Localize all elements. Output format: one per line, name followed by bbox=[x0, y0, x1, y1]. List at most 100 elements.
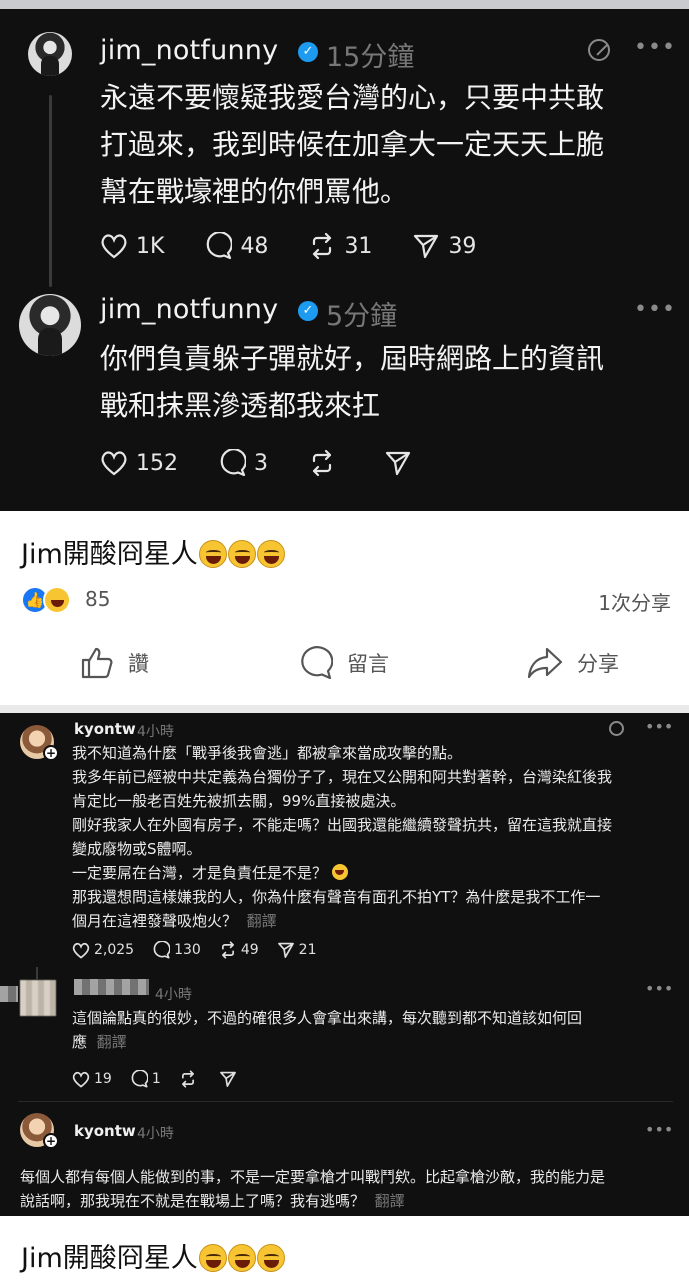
comment-button[interactable]: 1 bbox=[130, 1070, 161, 1088]
more-options-icon[interactable]: ••• bbox=[645, 717, 673, 736]
comment-count: 48 bbox=[240, 233, 269, 259]
share-count: 21 bbox=[298, 942, 317, 958]
translate-link[interactable]: 翻譯 bbox=[375, 1192, 405, 1210]
comment-button[interactable]: 留言 bbox=[299, 646, 389, 680]
reply-body: 每個人都有每個人能做到的事，不是一定要拿槍才叫戰鬥欸。比起拿槍沙敵，我的能力是 … bbox=[20, 1165, 605, 1213]
thread-line bbox=[36, 967, 38, 979]
post-line: 打過來，我到時候在加拿大一定天天上脆 bbox=[100, 128, 605, 161]
reply-actions: 2,025 130 49 21 bbox=[72, 941, 334, 959]
repost-button[interactable] bbox=[308, 449, 344, 477]
avatar[interactable] bbox=[19, 294, 81, 356]
comment-button[interactable]: 130 bbox=[152, 941, 201, 959]
more-options-icon[interactable]: ••• bbox=[645, 979, 673, 998]
share-count[interactable]: 1次分享 bbox=[598, 587, 671, 616]
divider bbox=[18, 1101, 673, 1102]
like-count: 1K bbox=[136, 233, 165, 259]
post-time: 15分鐘 bbox=[326, 42, 415, 73]
comment-label: 留言 bbox=[347, 652, 389, 676]
top-strip bbox=[0, 0, 689, 9]
comment-button[interactable]: 48 bbox=[204, 232, 268, 260]
laughing-emoji-icon bbox=[227, 1244, 256, 1272]
comment-icon bbox=[207, 232, 233, 260]
comment-icon bbox=[131, 1070, 148, 1088]
username[interactable]: kyontw bbox=[74, 720, 136, 738]
reply-time: 4小時 bbox=[137, 724, 174, 740]
reply-line: 個月在這裡發聲吸炮火？ 翻譯 bbox=[72, 909, 612, 933]
haha-reaction-icon[interactable] bbox=[43, 586, 71, 614]
repost-button[interactable]: 49 bbox=[219, 941, 259, 959]
edit-icon[interactable] bbox=[609, 721, 624, 736]
translate-link[interactable]: 翻譯 bbox=[247, 912, 277, 930]
more-options-icon[interactable]: ••• bbox=[645, 1120, 673, 1139]
share-button[interactable]: 分享 bbox=[527, 646, 619, 680]
caption-text: Jim開酸冏星人 bbox=[21, 1243, 198, 1274]
heart-icon bbox=[72, 1071, 90, 1088]
avatar[interactable] bbox=[20, 980, 56, 1016]
reaction-count[interactable]: 85 bbox=[85, 587, 110, 611]
like-button[interactable]: 1K bbox=[100, 233, 164, 259]
send-icon bbox=[414, 234, 439, 259]
share-button[interactable] bbox=[219, 1070, 241, 1088]
like-label: 讚 bbox=[128, 652, 149, 676]
share-button[interactable]: 39 bbox=[412, 232, 476, 260]
send-icon bbox=[277, 942, 294, 958]
comment-button[interactable]: 3 bbox=[218, 449, 268, 477]
post-line: 你們負責躲子彈就好，屆時網路上的資訊 bbox=[100, 342, 605, 375]
like-button[interactable]: 152 bbox=[100, 450, 178, 476]
send-icon bbox=[219, 1071, 236, 1087]
like-count: 2,025 bbox=[94, 942, 135, 958]
like-button[interactable]: 2,025 bbox=[72, 942, 134, 959]
reply-actions: 19 1 bbox=[72, 1070, 259, 1088]
follow-plus-icon[interactable]: + bbox=[43, 1133, 59, 1149]
reply-line: 說話啊，那我現在不就是在戰場上了嗎？我有逃嗎？ 翻譯 bbox=[20, 1189, 605, 1213]
repost-button[interactable] bbox=[179, 1070, 201, 1088]
reply-line: 每個人都有每個人能做到的事，不是一定要拿槍才叫戰鬥欸。比起拿槍沙敵，我的能力是 bbox=[20, 1168, 606, 1186]
verified-badge-icon: ✓ bbox=[298, 42, 318, 62]
username[interactable]: jim_notfunny bbox=[100, 294, 278, 325]
comment-bubble-icon bbox=[301, 646, 333, 680]
reply-body: 我不知道為什麼「戰爭後我會逃」都被拿來當成攻擊的點。 我多年前已經被中共定義為台… bbox=[72, 741, 612, 933]
username[interactable] bbox=[0, 986, 18, 1002]
reply-line-text: 個月在這裡發聲吸炮火？ bbox=[72, 912, 238, 930]
post-line: 戰和抹黑滲透都我來扛 bbox=[100, 389, 381, 422]
share-count: 39 bbox=[448, 233, 477, 259]
separator bbox=[0, 705, 689, 713]
send-icon bbox=[385, 451, 411, 476]
repost-count: 31 bbox=[344, 233, 373, 259]
repost-icon bbox=[221, 941, 234, 959]
like-button[interactable]: 19 bbox=[72, 1071, 112, 1088]
repost-icon bbox=[313, 232, 332, 260]
repost-button[interactable]: 31 bbox=[308, 232, 372, 260]
reply-line-text: 說話啊，那我現在不就是在戰場上了嗎？我有逃嗎？ bbox=[20, 1192, 366, 1210]
edit-icon[interactable] bbox=[588, 39, 610, 61]
reply-body: 這個論點真的很妙，不過的確很多人會拿出來講，每次聽到都不知道該如何回 應 翻譯 bbox=[72, 1006, 582, 1054]
share-button[interactable]: 21 bbox=[277, 941, 317, 959]
comment-count: 130 bbox=[174, 942, 201, 958]
more-options-icon[interactable]: ••• bbox=[634, 35, 676, 60]
username[interactable]: kyontw bbox=[74, 1122, 136, 1140]
thumbs-up-icon bbox=[81, 647, 113, 679]
comment-count: 3 bbox=[254, 450, 268, 476]
post-actions: 152 3 bbox=[100, 449, 460, 477]
reply-line: 這個論點真的很妙，不過的確很多人會拿出來講，每次聽到都不知道該如何回 bbox=[72, 1009, 583, 1027]
follow-plus-icon[interactable]: + bbox=[43, 745, 59, 761]
share-arrow-icon bbox=[527, 647, 563, 679]
more-options-icon[interactable]: ••• bbox=[634, 297, 676, 322]
reactions-row: 👍 85 1次分享 bbox=[21, 584, 671, 618]
laughing-emoji-icon bbox=[198, 1244, 227, 1272]
like-button[interactable]: 讚 bbox=[80, 646, 149, 680]
username[interactable] bbox=[74, 979, 149, 995]
laughing-emoji-icon bbox=[256, 540, 285, 568]
reply-line: 剛好我家人在外國有房子，不能走嗎？出國我還能繼續發聲抗共，留在這我就直接 bbox=[72, 816, 613, 834]
reply-line: 應 翻譯 bbox=[72, 1030, 582, 1054]
threads-screenshot-2: + kyontw 4小時 ••• 我不知道為什麼「戰爭後我會逃」都被拿來當成攻擊… bbox=[0, 713, 689, 1216]
reply-time: 4小時 bbox=[137, 1126, 174, 1142]
reply-line: 我多年前已經被中共定義為台獨份子了，現在又公開和阿共對著幹，台灣染紅後我 bbox=[72, 768, 613, 786]
reply-line: 變成廢物或S體啊。 bbox=[72, 840, 202, 858]
translate-link[interactable]: 翻譯 bbox=[97, 1033, 127, 1051]
avatar[interactable] bbox=[28, 32, 72, 76]
share-button[interactable] bbox=[384, 449, 420, 477]
heart-icon bbox=[101, 234, 127, 259]
reply-line-text: 應 bbox=[72, 1033, 88, 1051]
username[interactable]: jim_notfunny bbox=[100, 35, 278, 66]
